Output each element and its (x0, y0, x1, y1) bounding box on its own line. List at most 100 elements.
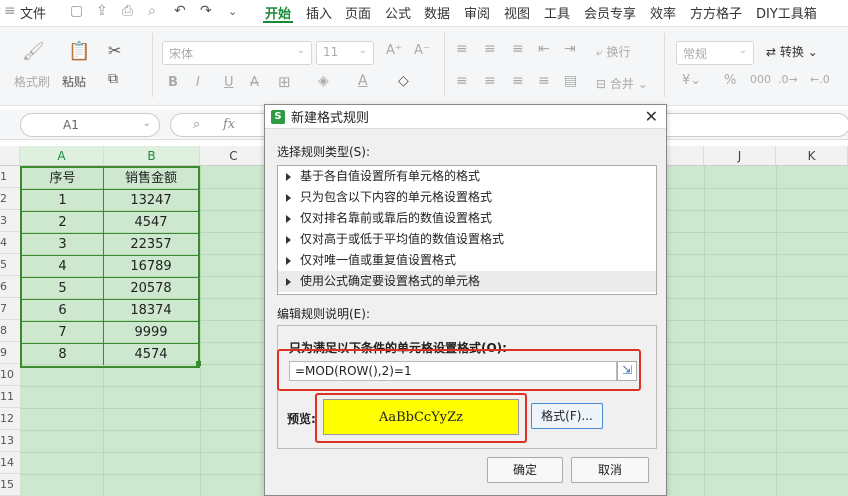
cancel-button[interactable]: 取消 (571, 457, 649, 483)
border-icon[interactable]: ⊞ (278, 73, 291, 91)
cell-sales[interactable]: 22357 (104, 234, 198, 255)
row-header-11[interactable]: 11 (0, 386, 20, 408)
number-format-select[interactable]: 常规 ⌄ (676, 41, 754, 65)
currency-icon[interactable]: ¥⌄ (682, 73, 701, 88)
align-center-icon[interactable]: ≡ (484, 73, 496, 89)
paste-icon[interactable]: 📋 (68, 41, 90, 62)
copy-icon[interactable]: ⧉ (108, 71, 118, 87)
tab-home[interactable]: 开始 (265, 3, 291, 22)
formula-input-field[interactable]: =MOD(ROW(),2)=1 (289, 361, 617, 381)
paste-label[interactable]: 粘贴 (62, 73, 86, 90)
row-header-10[interactable]: 10 (0, 364, 20, 386)
row-header-6[interactable]: 6 (0, 276, 20, 298)
column-header-j[interactable]: J (704, 146, 776, 166)
rule-type-item[interactable]: 仅对排名靠前或靠后的数值设置格式 (278, 208, 656, 229)
indent-decrease-icon[interactable]: ⇤ (538, 41, 550, 57)
header-cell-index[interactable]: 序号 (22, 168, 104, 189)
tab-tools[interactable]: 工具 (544, 3, 570, 22)
row-header-3[interactable]: 3 (0, 210, 20, 232)
column-header-b[interactable]: B (104, 146, 200, 166)
row-header-9[interactable]: 9 (0, 342, 20, 364)
tab-page[interactable]: 页面 (345, 3, 371, 22)
name-box[interactable]: A1 ⌄ (20, 113, 160, 137)
underline-icon[interactable]: U (224, 75, 234, 90)
rule-type-item[interactable]: 仅对唯一值或重复值设置格式 (278, 250, 656, 271)
align-left-icon[interactable]: ≡ (456, 73, 468, 89)
print-preview-icon[interactable]: ⌕ (148, 3, 156, 19)
column-header-c[interactable]: C (200, 146, 268, 166)
cell-sales[interactable]: 16789 (104, 256, 198, 277)
percent-icon[interactable]: % (724, 73, 736, 88)
row-header-2[interactable]: 2 (0, 188, 20, 210)
cell-sales[interactable]: 18374 (104, 300, 198, 321)
thousands-separator-icon[interactable]: 000 (750, 73, 771, 86)
font-size-select[interactable]: 11 ⌄ (316, 41, 374, 65)
font-color-icon[interactable]: A (358, 73, 368, 89)
decrease-font-icon[interactable]: A⁻ (414, 43, 430, 58)
cell-sales[interactable]: 13247 (104, 190, 198, 211)
strikethrough-icon[interactable]: A (250, 75, 259, 90)
zoom-icon[interactable]: ⌕ (193, 117, 200, 132)
align-right-icon[interactable]: ≡ (512, 73, 524, 89)
align-bottom-icon[interactable]: ≡ (512, 41, 524, 57)
row-header-8[interactable]: 8 (0, 320, 20, 342)
clear-format-icon[interactable]: ◇ (398, 73, 409, 89)
ok-button[interactable]: 确定 (487, 457, 563, 483)
select-all-corner[interactable] (0, 146, 20, 166)
cell-index[interactable]: 7 (22, 322, 104, 343)
increase-decimal-icon[interactable]: .0→ (778, 73, 798, 86)
italic-icon[interactable]: I (196, 75, 200, 90)
row-header-12[interactable]: 12 (0, 408, 20, 430)
format-painter-label[interactable]: 格式刷 (14, 73, 50, 90)
tab-member[interactable]: 会员专享 (584, 3, 636, 22)
menu-icon[interactable]: ≡ (4, 3, 16, 19)
tab-efficiency[interactable]: 效率 (650, 3, 676, 22)
row-header-7[interactable]: 7 (0, 298, 20, 320)
cut-icon[interactable]: ✂ (108, 41, 121, 60)
rule-type-item-selected[interactable]: 使用公式确定要设置格式的单元格 (278, 271, 656, 292)
cell-index[interactable]: 2 (22, 212, 104, 233)
column-header-a[interactable]: A (20, 146, 104, 166)
column-header-k[interactable]: K (776, 146, 848, 166)
header-cell-sales[interactable]: 销售金额 (104, 168, 198, 189)
merge-button[interactable]: ⊟ 合并 ⌄ (596, 75, 648, 92)
align-middle-icon[interactable]: ≡ (484, 41, 496, 57)
row-header-13[interactable]: 13 (0, 430, 20, 452)
format-button[interactable]: 格式(F)... (531, 403, 603, 429)
cell-index[interactable]: 3 (22, 234, 104, 255)
align-top-icon[interactable]: ≡ (456, 41, 468, 57)
print-icon[interactable]: ⎙ (122, 3, 133, 19)
cell-sales[interactable]: 4574 (104, 344, 198, 365)
save-icon[interactable]: ▢ (70, 3, 83, 19)
justify-icon[interactable]: ≡ (538, 73, 550, 89)
cell-index[interactable]: 8 (22, 344, 104, 365)
cell-sales[interactable]: 9999 (104, 322, 198, 343)
font-name-select[interactable]: 宋体 ⌄ (162, 41, 312, 65)
cell-index[interactable]: 4 (22, 256, 104, 277)
export-icon[interactable]: ⇪ (96, 3, 108, 19)
convert-button[interactable]: ⇄ 转换 ⌄ (766, 43, 818, 60)
tab-review[interactable]: 审阅 (464, 3, 490, 22)
tab-formula[interactable]: 公式 (385, 3, 411, 22)
row-header-4[interactable]: 4 (0, 232, 20, 254)
rule-type-item[interactable]: 只为包含以下内容的单元格设置格式 (278, 187, 656, 208)
row-header-1[interactable]: 1 (0, 166, 20, 188)
undo-icon[interactable]: ↶ (174, 3, 186, 19)
row-header-15[interactable]: 15 (0, 474, 20, 496)
redo-icon[interactable]: ↷ (200, 3, 212, 19)
row-header-5[interactable]: 5 (0, 254, 20, 276)
cell-sales[interactable]: 4547 (104, 212, 198, 233)
more-dropdown-icon[interactable]: ⌄ (228, 5, 237, 18)
fx-icon[interactable]: fx (223, 117, 235, 132)
close-icon[interactable]: ✕ (645, 107, 658, 126)
increase-font-icon[interactable]: A⁺ (386, 43, 402, 58)
format-painter-icon[interactable]: 🖌 (22, 41, 45, 62)
row-header-14[interactable]: 14 (0, 452, 20, 474)
fill-handle[interactable] (196, 361, 201, 366)
tab-view[interactable]: 视图 (504, 3, 530, 22)
range-picker-button[interactable]: ⇲ (617, 361, 637, 381)
rule-type-item[interactable]: 仅对高于或低于平均值的数值设置格式 (278, 229, 656, 250)
wrap-text-button[interactable]: ⤶ 换行 (596, 43, 631, 60)
fill-color-icon[interactable]: ◈ (318, 73, 329, 89)
file-menu[interactable]: 文件 (20, 3, 46, 22)
